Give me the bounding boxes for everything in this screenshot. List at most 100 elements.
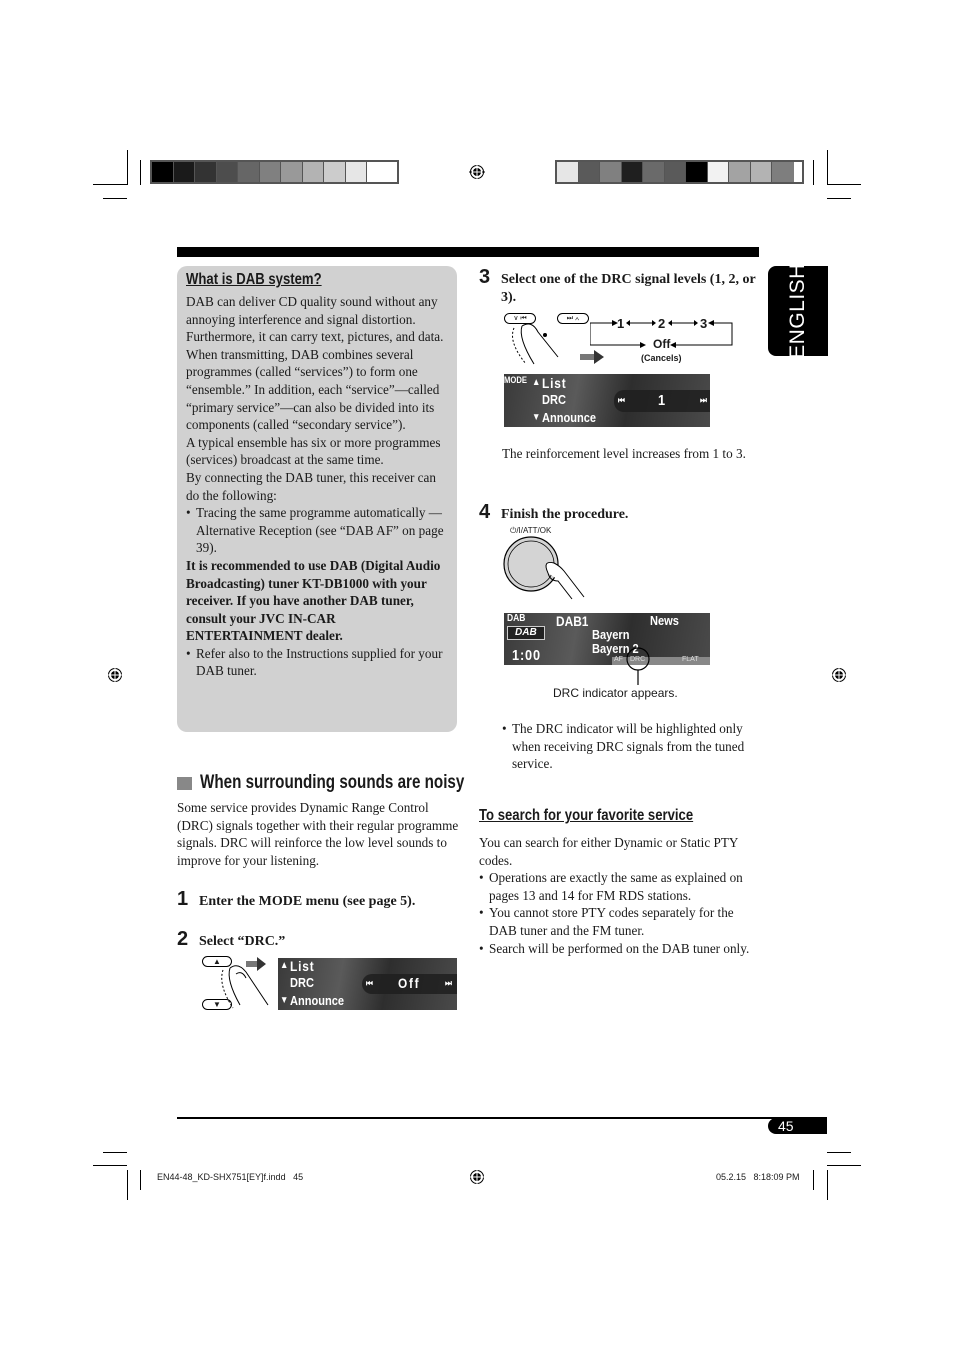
search-section-heading: To search for your favorite service xyxy=(479,807,740,825)
grayscale-swatch xyxy=(664,162,686,182)
dab-info-box: What is DAB system? DAB can deliver CD q… xyxy=(177,266,457,732)
crop-mark xyxy=(827,150,828,185)
grayscale-swatch xyxy=(643,162,665,182)
grayscale-swatch xyxy=(600,162,622,182)
grayscale-swatch xyxy=(772,162,794,182)
grayscale-swatch xyxy=(195,162,217,182)
grayscale-swatch xyxy=(578,162,600,182)
lcd-next-icon: ⏭ xyxy=(445,978,452,988)
crop-mark xyxy=(103,198,127,199)
step3-note: The reinforcement level increases from 1… xyxy=(502,446,746,461)
crop-mark xyxy=(93,1165,127,1166)
crop-mark xyxy=(827,1170,828,1200)
dab-logo: DAB xyxy=(507,626,545,640)
grayscale-swatch xyxy=(750,162,772,182)
grayscale-swatch xyxy=(707,162,729,182)
dab-info-recommendation: It is recommended to use DAB (Digital Au… xyxy=(186,557,441,644)
search-bullet: Operations are exactly the same as expla… xyxy=(479,869,761,904)
lcd-line-announce: Announce xyxy=(290,993,345,1008)
lcd-clock: 1:00 xyxy=(512,647,541,664)
arrow-right-icon xyxy=(580,350,604,364)
search-intro: You can search for either Dynamic or Sta… xyxy=(479,835,738,868)
crop-mark xyxy=(93,184,127,185)
crop-mark xyxy=(140,1170,141,1190)
lcd-mode-label: MODE xyxy=(504,375,527,385)
lcd-line-announce: Announce xyxy=(542,410,597,425)
lcd-line-list: List xyxy=(290,958,315,974)
language-tab: ENGLISH xyxy=(768,263,828,359)
step-4: 4 Finish the procedure. xyxy=(479,501,628,524)
drc-level-2: 2 xyxy=(658,316,666,331)
search-bullet: Search will be performed on the DAB tune… xyxy=(479,940,761,958)
crop-mark xyxy=(813,160,814,185)
grayscale-swatch xyxy=(324,162,346,182)
registration-mark-icon xyxy=(469,1169,485,1185)
lcd-display-dab: DAB DAB 1:00 DAB1 News Bayern Bayern 2 A… xyxy=(504,613,710,665)
registration-mark-icon xyxy=(469,164,485,180)
lcd-source: DAB xyxy=(507,613,526,624)
drc-level-3: 3 xyxy=(700,316,708,331)
section-marker xyxy=(177,776,192,790)
language-tab-label: ENGLISH xyxy=(786,263,809,359)
grayscale-swatch xyxy=(173,162,195,182)
lcd-up-marker: ▲ xyxy=(532,377,541,388)
lcd-value: Off xyxy=(398,975,421,991)
step-text: Enter the MODE menu (see page 5). xyxy=(199,894,416,909)
lcd-up-marker: ▲ xyxy=(280,960,289,971)
crop-mark xyxy=(827,198,851,199)
grayscale-swatch xyxy=(238,162,260,182)
arrow-right-icon xyxy=(246,957,266,971)
lcd-display-drc-1: MODE ▲ List DRC ▼ Announce ⏮ 1 ⏭ xyxy=(504,374,710,427)
lcd-line-list: List xyxy=(542,375,567,391)
dab-info-para-1: DAB can deliver CD quality sound without… xyxy=(186,294,444,433)
drc-off-label: Off xyxy=(653,337,671,351)
search-bullet: You cannot store PTY codes separately fo… xyxy=(479,904,761,939)
crop-mark xyxy=(827,184,861,185)
lcd-band: DAB1 xyxy=(556,613,589,629)
grayscale-bar-left xyxy=(150,160,399,184)
grayscale-swatch xyxy=(367,162,389,182)
lcd-pty: News xyxy=(650,613,679,628)
lcd-line-drc: DRC xyxy=(290,975,314,990)
crop-mark xyxy=(127,150,128,185)
dab-info-para-3: By connecting the DAB tuner, this receiv… xyxy=(186,469,436,503)
lcd-value: 1 xyxy=(658,392,666,409)
header-rule xyxy=(177,247,759,257)
drc-callout xyxy=(626,647,650,685)
lcd-down-marker: ▼ xyxy=(280,995,289,1006)
grayscale-swatch xyxy=(686,162,708,182)
lcd-display-drc-off: ▲ List DRC ▼ Announce ⏮ Off ⏭ xyxy=(278,958,457,1010)
footer-rule xyxy=(177,1117,827,1119)
dab-logo-text: DAB xyxy=(515,627,537,638)
step-1: 1 Enter the MODE menu (see page 5). xyxy=(177,888,415,911)
crop-mark xyxy=(127,1170,128,1200)
step-number: 2 xyxy=(177,928,189,950)
grayscale-swatch xyxy=(216,162,238,182)
power-ok-knob[interactable] xyxy=(502,535,587,600)
grayscale-swatch xyxy=(621,162,643,182)
grayscale-swatch xyxy=(557,162,579,182)
step-text: Finish the procedure. xyxy=(501,507,629,522)
lcd-service-1: Bayern xyxy=(592,627,630,642)
registration-mark-icon xyxy=(831,667,847,683)
drc-cancels-label: (Cancels) xyxy=(641,353,682,363)
grayscale-swatch xyxy=(345,162,367,182)
crop-mark xyxy=(813,1170,814,1190)
grayscale-bar-right xyxy=(555,160,804,184)
step-text: Select “DRC.” xyxy=(199,934,286,949)
grayscale-swatch xyxy=(302,162,324,182)
section-heading: When surrounding sounds are noisy xyxy=(177,772,530,794)
search-section-body: You can search for either Dynamic or Sta… xyxy=(479,834,761,957)
lcd-prev-icon: ⏮ xyxy=(618,395,625,405)
step-text: Select one of the DRC signal levels (1, … xyxy=(501,272,756,305)
footer-file-name: EN44-48_KD-SHX751[EY]f.indd 45 xyxy=(157,1172,304,1182)
lcd-line-drc: DRC xyxy=(542,392,566,407)
crop-mark xyxy=(827,1152,851,1153)
search-section-title: To search for your favorite service xyxy=(479,807,694,824)
step-number: 1 xyxy=(177,888,189,910)
grayscale-swatch xyxy=(281,162,303,182)
step-number: 3 xyxy=(479,266,491,288)
drc-caption: DRC indicator appears. xyxy=(553,686,678,700)
grayscale-swatch xyxy=(152,162,174,182)
dab-info-bullet-2: Refer also to the Instructions supplied … xyxy=(186,645,448,680)
